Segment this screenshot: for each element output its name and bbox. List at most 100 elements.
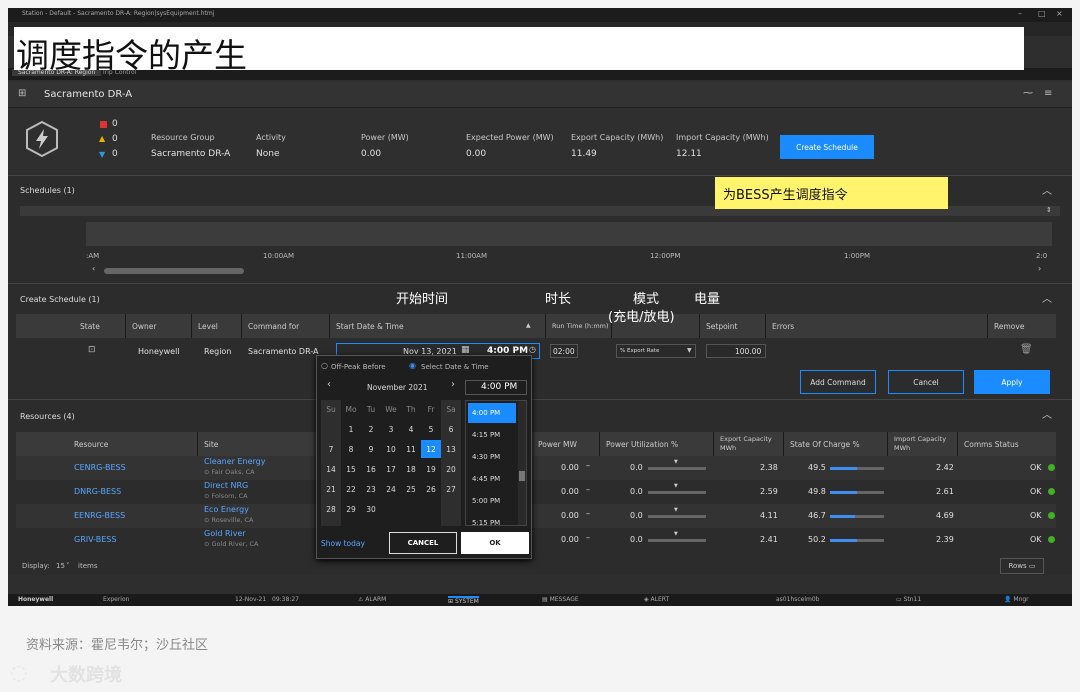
message-tab[interactable]: ▤ MESSAGE xyxy=(542,596,579,603)
time-option[interactable]: 5:00 PM xyxy=(468,491,516,511)
col-soc[interactable]: State Of Charge % xyxy=(784,432,888,456)
hierarchy-icon[interactable]: ⊞ xyxy=(18,88,26,99)
col-power[interactable]: Power MW xyxy=(532,432,600,456)
alert-tab[interactable]: ◈ ALERT xyxy=(644,596,669,603)
calendar-day[interactable]: 2 xyxy=(361,420,381,438)
time-option[interactable]: 4:15 PM xyxy=(468,425,516,445)
calendar-day[interactable]: 20 xyxy=(441,460,461,478)
sort-asc-icon[interactable]: ▲ xyxy=(526,322,531,329)
time-scroll-thumb[interactable] xyxy=(519,471,525,481)
run-time-input[interactable]: 02:00 xyxy=(550,344,578,358)
site-link[interactable]: Direct NRG xyxy=(204,481,248,490)
calendar-day[interactable]: 19 xyxy=(421,460,441,478)
site-link[interactable]: Cleaner Energy xyxy=(204,457,265,466)
timeline-scrollbar[interactable] xyxy=(104,268,244,274)
resource-name-link[interactable]: EENRG-BESS xyxy=(74,511,125,520)
calendar-day[interactable]: 4 xyxy=(401,420,421,438)
col-site[interactable]: Site xyxy=(198,432,328,456)
resource-name-link[interactable]: DNRG-BESS xyxy=(74,487,121,496)
calendar-day[interactable]: 13 xyxy=(441,440,461,458)
table-row[interactable]: GRIV-BESS Gold River ⊙ Gold River, CA 0.00–… xyxy=(16,528,1056,552)
list-view-icon[interactable]: ≡ xyxy=(1044,88,1052,99)
setpoint-input[interactable]: 100.00 xyxy=(706,344,766,358)
trash-icon[interactable]: 🗑 xyxy=(1020,344,1033,355)
calendar-day[interactable]: 28 xyxy=(321,500,341,518)
show-today-link[interactable]: Show today xyxy=(321,539,365,548)
prev-month-icon[interactable]: ‹ xyxy=(327,379,331,390)
calendar-day[interactable]: 26 xyxy=(421,480,441,498)
calendar-day[interactable]: 1 xyxy=(341,420,361,438)
calendar-day[interactable]: 25 xyxy=(401,480,421,498)
time-option-selected[interactable]: 4:00 PM xyxy=(468,403,516,423)
time-input[interactable]: 4:00 PM xyxy=(465,380,527,395)
calendar-day[interactable]: 6 xyxy=(441,420,461,438)
table-row[interactable]: DNRG-BESS Direct NRG ⊙ Folsom, CA 0.00– 0.0 ▼… xyxy=(16,480,1056,504)
calendar-day-selected[interactable]: 12 xyxy=(421,440,441,458)
time-option[interactable]: 4:30 PM xyxy=(468,447,516,467)
mode-select[interactable]: % Export Rate ▼ xyxy=(616,344,696,358)
calendar-day[interactable]: 9 xyxy=(361,440,381,458)
calendar-day[interactable]: 17 xyxy=(381,460,401,478)
site-location: ⊙ Gold River, CA xyxy=(204,540,259,548)
system-tab[interactable]: ⊞ SYSTEM xyxy=(448,596,479,605)
calendar-day[interactable]: 22 xyxy=(341,480,361,498)
radio-select-date[interactable]: ◉ xyxy=(409,361,416,370)
add-command-button[interactable]: Add Command xyxy=(800,370,876,394)
time-option[interactable]: 5:15 PM xyxy=(468,513,516,525)
table-row[interactable]: CENRG-BESS Cleaner Energy ⊙ Fair Oaks, CA 0… xyxy=(16,456,1056,480)
table-row[interactable]: EENRG-BESS Eco Energy ⊙ Roseville, CA 0.00–… xyxy=(16,504,1056,528)
col-utilization[interactable]: Power Utilization % xyxy=(600,432,714,456)
picker-ok-button[interactable]: OK xyxy=(461,532,529,554)
site-link[interactable]: Gold River xyxy=(204,529,246,538)
calendar-day[interactable]: 15 xyxy=(341,460,361,478)
rows-button[interactable]: Rows ▭ xyxy=(1000,558,1044,574)
source-caption: 资料来源：霍尼韦尔；沙丘社区 xyxy=(26,638,209,653)
resource-name-link[interactable]: GRIV-BESS xyxy=(74,535,116,544)
collapse-resources-icon[interactable]: ︿ xyxy=(1042,406,1052,421)
calendar-day[interactable]: 11 xyxy=(401,440,421,458)
scroll-left-icon[interactable]: ‹ xyxy=(92,264,95,273)
calendar-day[interactable]: 7 xyxy=(321,440,341,458)
chevron-down-icon[interactable]: ˅ xyxy=(66,562,70,570)
resource-name-link[interactable]: CENRG-BESS xyxy=(74,463,126,472)
time-scrollbar[interactable] xyxy=(518,401,526,525)
picker-cancel-button[interactable]: CANCEL xyxy=(389,532,457,554)
next-month-icon[interactable]: › xyxy=(451,379,455,390)
close-icon[interactable]: × xyxy=(1056,9,1063,18)
calendar-day[interactable]: 14 xyxy=(321,460,341,478)
maximize-icon[interactable]: □ xyxy=(1038,9,1046,18)
col-resource[interactable]: Resource xyxy=(68,432,198,456)
scroll-right-icon[interactable]: › xyxy=(1038,264,1041,273)
calendar-day[interactable]: 8 xyxy=(341,440,361,458)
sort-icon[interactable]: ⇕ xyxy=(1046,206,1052,214)
calendar-day[interactable]: 21 xyxy=(321,480,341,498)
calendar-day[interactable]: 18 xyxy=(401,460,421,478)
collapse-create-icon[interactable]: ︿ xyxy=(1042,290,1052,305)
col-comms[interactable]: Comms Status xyxy=(958,432,1056,456)
calendar-day[interactable]: 23 xyxy=(361,480,381,498)
create-schedule-button[interactable]: Create Schedule xyxy=(780,135,874,159)
calendar-day[interactable]: 10 xyxy=(381,440,401,458)
calendar-day[interactable]: 5 xyxy=(421,420,441,438)
site-link[interactable]: Eco Energy xyxy=(204,505,249,514)
calendar-day[interactable]: 29 xyxy=(341,500,361,518)
calendar-day[interactable]: 24 xyxy=(381,480,401,498)
calendar-day[interactable]: 3 xyxy=(381,420,401,438)
apply-button[interactable]: Apply xyxy=(974,370,1050,394)
trend-icon[interactable]: ⁓ xyxy=(1023,88,1033,99)
calendar-day[interactable]: 30 xyxy=(361,500,381,518)
time-option[interactable]: 4:45 PM xyxy=(468,469,516,489)
col-import[interactable]: Import Capacity MWh xyxy=(888,432,958,456)
col-export[interactable]: Export Capacity MWh xyxy=(714,432,784,456)
col-start-date[interactable]: Start Date & Time xyxy=(330,314,546,338)
calendar-day[interactable]: 27 xyxy=(441,480,461,498)
clock-icon[interactable]: ◷ xyxy=(529,345,536,354)
calendar-icon[interactable]: ▦ xyxy=(461,345,470,355)
radio-off-peak[interactable]: ○ xyxy=(321,361,328,370)
alarm-tab[interactable]: ⚠ ALARM xyxy=(358,596,386,603)
cancel-button[interactable]: Cancel xyxy=(888,370,964,394)
display-count-select[interactable]: 15 xyxy=(56,562,65,570)
calendar-day[interactable]: 16 xyxy=(361,460,381,478)
minimize-icon[interactable]: – xyxy=(1018,9,1022,18)
collapse-schedules-icon[interactable]: ︿ xyxy=(1042,182,1052,197)
